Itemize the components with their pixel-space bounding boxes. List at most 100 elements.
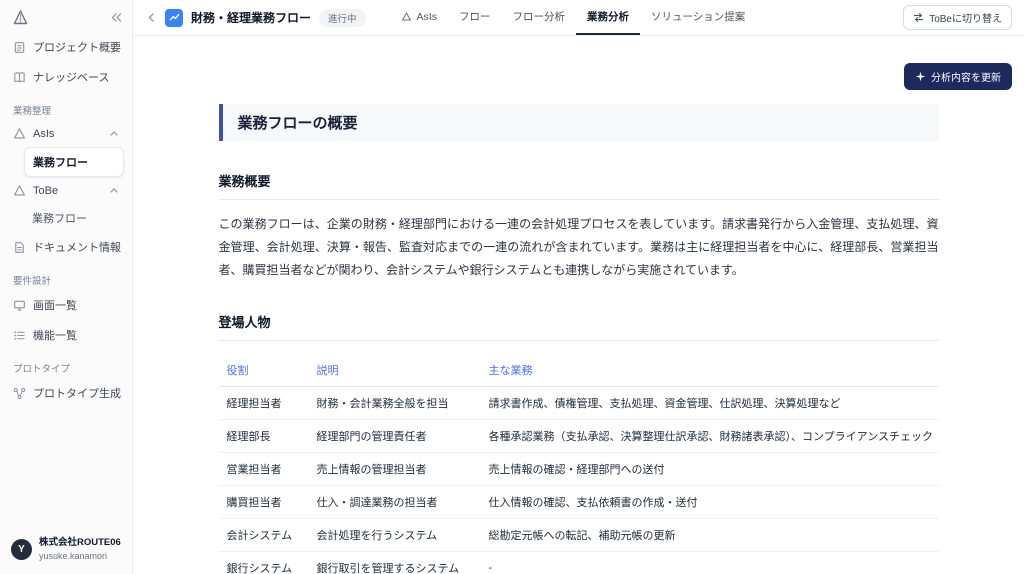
cell-desc: 経理部門の管理責任者 <box>308 419 481 454</box>
tab-flow[interactable]: フロー <box>448 0 502 35</box>
swap-icon <box>913 12 924 23</box>
user-info: 株式会社ROUTE06 yusuke.kanamori <box>39 537 121 562</box>
page-title: 財務・経理業務フロー <box>191 11 312 25</box>
cell-role: 経理部長 <box>218 419 309 454</box>
business-summary-text: この業務フローは、企業の財務・経理部門における一連の会計処理プロセスを表していま… <box>218 217 939 278</box>
user-name: yusuke.kanamori <box>39 550 108 561</box>
cell-desc: 銀行取引を管理するシステム <box>308 551 481 574</box>
tab-label: フロー <box>458 11 491 23</box>
back-button[interactable] <box>146 12 157 23</box>
sidebar-item-label: ToBe <box>33 184 59 197</box>
tab-flow-analysis[interactable]: フロー分析 <box>501 0 576 35</box>
update-button-label: 分析内容を更新 <box>931 73 1001 84</box>
column-header-desc: 説明 <box>308 354 481 388</box>
sidebar-nav: プロジェクト概要 ナレッジベース 業務整理 AsIs 業務フロー ToBe 業務… <box>0 30 132 527</box>
sidebar-item-prototype-gen[interactable]: プロトタイプ生成 <box>8 378 124 408</box>
cell-desc: 仕入・調達業務の担当者 <box>308 485 481 520</box>
tab-label: AsIs <box>416 10 437 23</box>
collapse-sidebar-button[interactable] <box>108 10 124 25</box>
tab-label: ソリューション提案 <box>650 11 746 23</box>
cell-tasks: 仕入情報の確認、支払依頼書の作成・送付 <box>480 485 939 520</box>
sidebar-item-asis[interactable]: AsIs <box>8 120 124 147</box>
heading-actors: 登場人物 <box>218 312 939 342</box>
sidebar-item-label: ナレッジベース <box>33 72 110 84</box>
sidebar-header <box>0 0 132 30</box>
document-body: 業務フローの概要 業務概要 この業務フローは、企業の財務・経理部門における一連の… <box>218 36 939 574</box>
app-logo-icon <box>12 9 29 26</box>
actors-table: 役割 説明 主な業務 経理担当者 財務・会計業務全般を担当 請求書作成、債権管理… <box>218 354 939 574</box>
status-badge: 進行中 <box>319 8 366 27</box>
book-icon <box>13 71 26 84</box>
sidebar-item-label: ドキュメント情報 <box>33 242 121 254</box>
sidebar-item-label: 業務フロー <box>32 213 87 225</box>
tab-business-analysis[interactable]: 業務分析 <box>575 0 640 35</box>
sidebar-item-document-info[interactable]: ドキュメント情報 <box>8 232 124 262</box>
company-name: 株式会社ROUTE06 <box>39 537 121 549</box>
cell-role: 会計システム <box>218 518 309 553</box>
switch-to-tobe-button[interactable]: ToBeに切り替え <box>903 5 1012 30</box>
sparkle-icon <box>915 71 926 82</box>
table-row: 経理部長 経理部門の管理責任者 各種承認業務（支払承認、決算整理仕訳承認、財務諸… <box>218 419 939 454</box>
cell-tasks: - <box>480 551 939 574</box>
sidebar-item-tobe-business-flow[interactable]: 業務フロー <box>24 204 124 232</box>
sidebar-item-label: AsIs <box>33 127 55 140</box>
tab-label: フロー分析 <box>512 11 565 23</box>
user-menu[interactable]: Y 株式会社ROUTE06 yusuke.kanamori <box>0 527 132 574</box>
sidebar-item-knowledge-base[interactable]: ナレッジベース <box>8 62 124 92</box>
monitor-icon <box>13 299 26 312</box>
tab-asis[interactable]: AsIs <box>390 0 448 35</box>
table-row: 営業担当者 売上情報の管理担当者 売上情報の確認・経理部門への送付 <box>218 452 939 487</box>
workflow-icon <box>13 387 26 400</box>
top-bar: 財務・経理業務フロー 進行中 AsIs フロー フロー分析 業務分析 ソリューシ… <box>133 0 1024 36</box>
cell-desc: 財務・会計業務全般を担当 <box>308 386 481 421</box>
chevron-up-icon <box>109 186 119 195</box>
list-icon <box>13 329 26 342</box>
cell-role: 銀行システム <box>218 551 309 574</box>
flow-chart-icon <box>165 8 183 27</box>
table-row: 銀行システム 銀行取引を管理するシステム - <box>218 551 939 574</box>
sidebar-section-prototype: プロトタイプ <box>13 364 71 375</box>
cell-role: 購買担当者 <box>218 485 309 520</box>
chevron-up-icon <box>109 129 119 138</box>
table-row: 購買担当者 仕入・調達業務の担当者 仕入情報の確認、支払依頼書の作成・送付 <box>218 485 939 520</box>
sidebar-item-label: プロトタイプ生成 <box>33 388 121 400</box>
topbar-title-group: 財務・経理業務フロー 進行中 <box>146 0 366 35</box>
cell-tasks: 請求書作成、債権管理、支払処理、資金管理、仕訳処理、決算処理など <box>480 386 939 421</box>
avatar: Y <box>11 539 32 561</box>
sidebar-item-function-list[interactable]: 機能一覧 <box>8 320 124 350</box>
tab-label: 業務分析 <box>586 11 629 23</box>
table-header-row: 役割 説明 主な業務 <box>218 354 939 388</box>
sidebar-item-label: プロジェクト概要 <box>33 42 121 54</box>
sidebar-item-label: 業務フロー <box>33 157 88 169</box>
table-row: 経理担当者 財務・会計業務全般を担当 請求書作成、債権管理、支払処理、資金管理、… <box>218 386 939 421</box>
update-analysis-button[interactable]: 分析内容を更新 <box>904 63 1012 90</box>
sidebar-item-asis-business-flow[interactable]: 業務フロー <box>24 147 124 177</box>
column-header-tasks: 主な業務 <box>480 354 939 388</box>
cell-desc: 会計処理を行うシステム <box>308 518 481 553</box>
sidebar-item-project-overview[interactable]: プロジェクト概要 <box>8 32 124 62</box>
content-area: 分析内容を更新 業務フローの概要 業務概要 この業務フローは、企業の財務・経理部… <box>133 36 1024 574</box>
sidebar-item-screen-list[interactable]: 画面一覧 <box>8 290 124 320</box>
table-row: 会計システム 会計処理を行うシステム 総勘定元帳への転記、補助元帳の更新 <box>218 518 939 553</box>
app-window: プロジェクト概要 ナレッジベース 業務整理 AsIs 業務フロー ToBe 業務… <box>0 0 1024 574</box>
cell-tasks: 各種承認業務（支払承認、決算整理仕訳承認、財務諸表承認）、コンプライアンスチェッ… <box>480 419 939 454</box>
cell-role: 営業担当者 <box>218 452 309 487</box>
tab-bar: AsIs フロー フロー分析 業務分析 ソリューション提案 <box>390 0 757 35</box>
switch-button-label: ToBeに切り替え <box>929 14 1002 25</box>
cell-tasks: 総勘定元帳への転記、補助元帳の更新 <box>480 518 939 553</box>
tab-solution-proposal[interactable]: ソリューション提案 <box>640 0 756 35</box>
column-header-role: 役割 <box>218 354 309 388</box>
sidebar-section-requirements: 要件設計 <box>13 276 52 287</box>
triangle-sail-icon <box>401 11 412 22</box>
cell-desc: 売上情報の管理担当者 <box>308 452 481 487</box>
document-icon <box>13 41 26 54</box>
sidebar-section-business: 業務整理 <box>13 106 52 117</box>
triangle-sail-icon <box>13 127 26 140</box>
sidebar-item-tobe[interactable]: ToBe <box>8 177 124 204</box>
heading-business-summary: 業務概要 <box>218 171 939 200</box>
sidebar: プロジェクト概要 ナレッジベース 業務整理 AsIs 業務フロー ToBe 業務… <box>0 0 133 574</box>
sidebar-item-label: 画面一覧 <box>33 300 77 312</box>
main-area: 財務・経理業務フロー 進行中 AsIs フロー フロー分析 業務分析 ソリューシ… <box>133 0 1024 574</box>
cell-tasks: 売上情報の確認・経理部門への送付 <box>480 452 939 487</box>
triangle-sail-icon <box>13 184 26 197</box>
